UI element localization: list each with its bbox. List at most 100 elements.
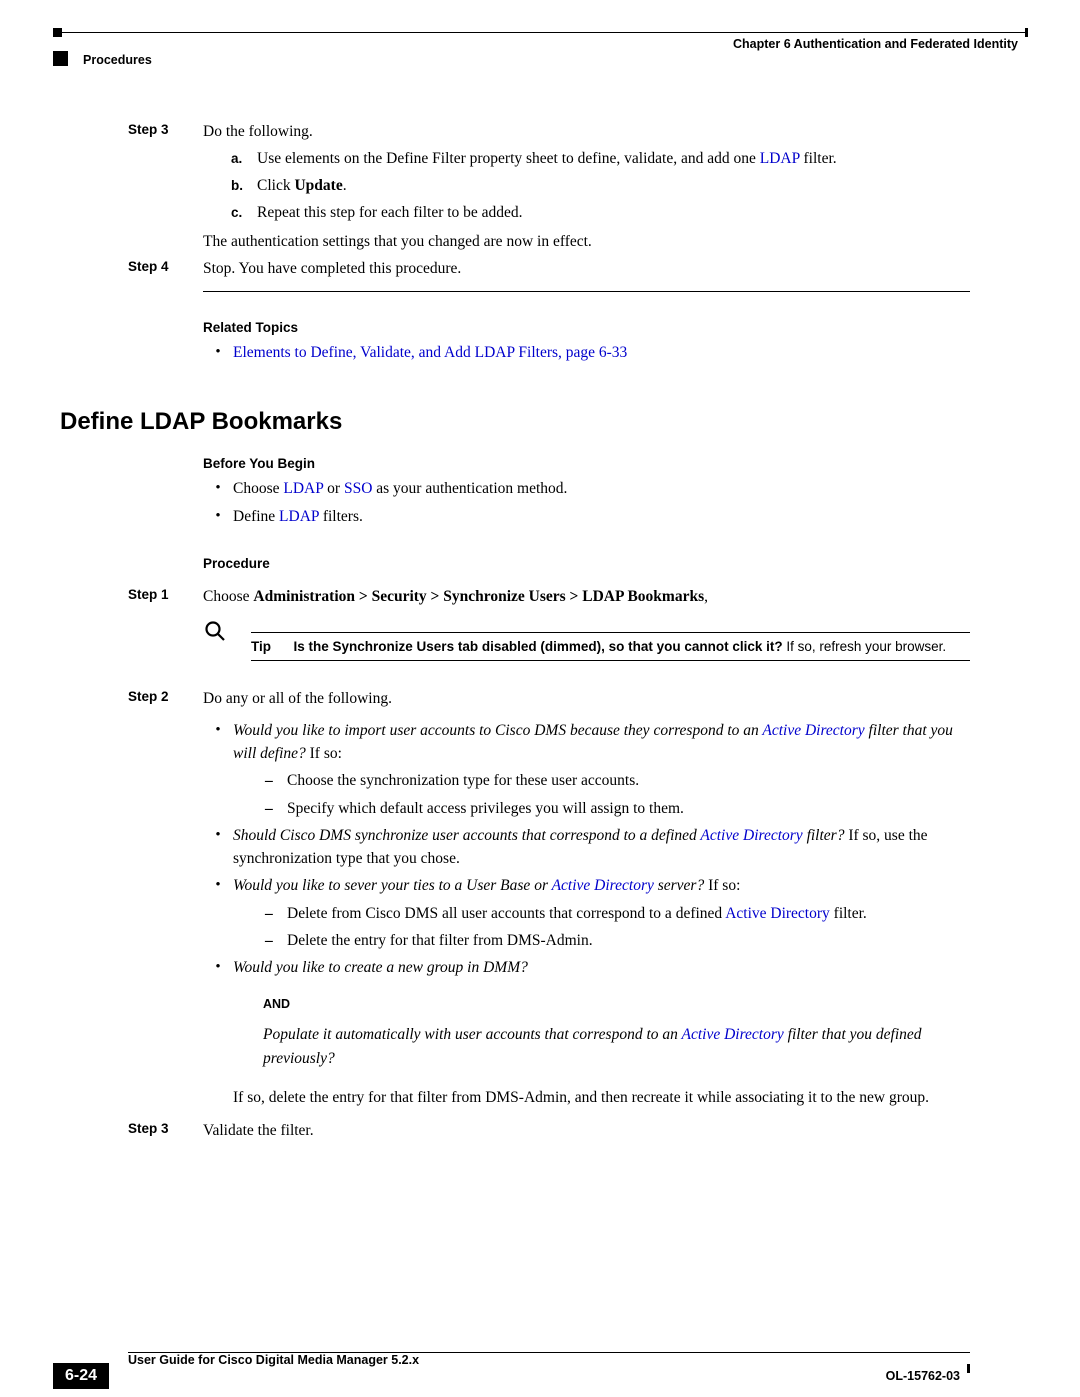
before-item-1: • Choose LDAP or SSO as your authenticat… xyxy=(203,477,970,500)
dash-icon: – xyxy=(265,902,287,925)
pstep2-label: Step 2 xyxy=(128,687,203,980)
q3-d1-link[interactable]: Active Directory xyxy=(725,905,830,922)
step3-a-link[interactable]: LDAP xyxy=(760,150,800,167)
step3-b-post: . xyxy=(343,177,347,194)
q4b-link[interactable]: Active Directory xyxy=(681,1026,783,1043)
dash-icon: – xyxy=(265,769,287,792)
step3-b-pre: Click xyxy=(257,177,294,194)
header-left-marker xyxy=(53,51,68,66)
pstep1-post: , xyxy=(704,588,708,605)
step3-a-pre: Use elements on the Define Filter proper… xyxy=(257,150,760,167)
header-marker-right xyxy=(1025,28,1028,37)
step3-a: a. Use elements on the Define Filter pro… xyxy=(231,147,970,171)
pstep3-row: Step 3 Validate the filter. xyxy=(128,1119,970,1143)
q2-link[interactable]: Active Directory xyxy=(700,827,802,844)
step4-label: Step 4 xyxy=(128,257,203,281)
step3-label: Step 3 xyxy=(128,120,203,254)
q1-link[interactable]: Active Directory xyxy=(762,722,864,739)
before-b2-link[interactable]: LDAP xyxy=(279,508,319,525)
q3-d2: –Delete the entry for that filter from D… xyxy=(265,929,970,952)
pstep2-q3: • Would you like to sever your ties to a… xyxy=(203,874,970,952)
q3-d1: –Delete from Cisco DMS all user accounts… xyxy=(265,902,970,925)
q4-text: Would you like to create a new group in … xyxy=(233,959,528,976)
bullet-icon: • xyxy=(203,956,233,979)
tip-plain: If so, refresh your browser. xyxy=(783,639,947,654)
pstep1-bold: Administration > Security > Synchronize … xyxy=(253,588,704,605)
step3-c-letter: c. xyxy=(231,201,257,225)
before-b1-link2[interactable]: SSO xyxy=(344,480,372,497)
pstep2-q2: • Should Cisco DMS synchronize user acco… xyxy=(203,824,970,871)
bullet-icon: • xyxy=(203,824,233,871)
pstep1-label: Step 1 xyxy=(128,585,203,609)
pstep3-label: Step 3 xyxy=(128,1119,203,1143)
q1-d2-text: Specify which default access privileges … xyxy=(287,797,684,820)
footer-title: User Guide for Cisco Digital Media Manag… xyxy=(128,1353,419,1367)
q4c-para: If so, delete the entry for that filter … xyxy=(233,1086,970,1109)
tip-row: Tip Is the Synchronize Users tab disable… xyxy=(203,619,970,654)
bullet-icon: • xyxy=(203,719,233,820)
page-content: Step 3 Do the following. a. Use elements… xyxy=(128,120,970,1146)
q3-post: If so: xyxy=(704,877,740,894)
step3-text: Do the following. xyxy=(203,123,313,140)
bullet-icon: • xyxy=(203,477,233,500)
q3-d1-pre: Delete from Cisco DMS all user accounts … xyxy=(287,905,725,922)
q1-d1-text: Choose the synchronization type for thes… xyxy=(287,769,639,792)
before-item-2: • Define LDAP filters. xyxy=(203,505,970,528)
tip-underline xyxy=(251,660,970,661)
before-b2-pre: Define xyxy=(233,508,279,525)
q1-post: If so: xyxy=(306,745,342,762)
procedure-heading: Procedure xyxy=(203,556,970,571)
footer-marker-right xyxy=(967,1364,970,1373)
q3-post-it: server? xyxy=(654,877,704,894)
before-b1-post: as your authentication method. xyxy=(372,480,567,497)
q2-post-it: filter? xyxy=(803,827,845,844)
tip-bold: Is the Synchronize Users tab disabled (d… xyxy=(294,639,783,654)
footer-docid: OL-15762-03 xyxy=(886,1369,960,1383)
pstep2-row: Step 2 Do any or all of the following. •… xyxy=(128,687,970,980)
tip-label: Tip xyxy=(251,639,271,654)
q1-pre: Would you like to import user accounts t… xyxy=(233,722,762,739)
pstep2-body: Do any or all of the following. • Would … xyxy=(203,687,970,980)
section-heading: Define LDAP Bookmarks xyxy=(60,408,970,436)
dash-icon: – xyxy=(265,929,287,952)
and-label: AND xyxy=(263,997,970,1011)
bullet-icon: • xyxy=(203,341,233,364)
before-b1-pre: Choose xyxy=(233,480,283,497)
header-section: Procedures xyxy=(83,53,152,67)
step3-body: Do the following. a. Use elements on the… xyxy=(203,120,970,254)
step3-b: b. Click Update. xyxy=(231,174,970,198)
pstep3-text: Validate the filter. xyxy=(203,1119,970,1143)
header-chapter: Chapter 6 Authentication and Federated I… xyxy=(733,37,1018,51)
q3-link[interactable]: Active Directory xyxy=(552,877,654,894)
header-marker-left xyxy=(53,28,62,37)
step3-a-letter: a. xyxy=(231,147,257,171)
q1-d1: –Choose the synchronization type for the… xyxy=(265,769,970,792)
related-topics-heading: Related Topics xyxy=(203,320,970,335)
step3-b-letter: b. xyxy=(231,174,257,198)
q2-pre: Should Cisco DMS synchronize user accoun… xyxy=(233,827,700,844)
pstep1-pre: Choose xyxy=(203,588,253,605)
step3-after: The authentication settings that you cha… xyxy=(203,230,970,254)
step3-b-bold: Update xyxy=(294,177,342,194)
dash-icon: – xyxy=(265,797,287,820)
related-link-1[interactable]: Elements to Define, Validate, and Add LD… xyxy=(233,344,627,361)
bullet-icon: • xyxy=(203,505,233,528)
before-b1-mid: or xyxy=(323,480,344,497)
before-b1-link1[interactable]: LDAP xyxy=(283,480,323,497)
q4b-para: Populate it automatically with user acco… xyxy=(263,1023,970,1070)
q3-d2-text: Delete the entry for that filter from DM… xyxy=(287,929,593,952)
header-rule xyxy=(53,32,1028,33)
q4b-pre: Populate it automatically with user acco… xyxy=(263,1026,681,1043)
pstep2-q1: • Would you like to import user accounts… xyxy=(203,719,970,820)
bullet-icon: • xyxy=(203,874,233,952)
step3-c-text: Repeat this step for each filter to be a… xyxy=(257,201,970,225)
related-item-1: • Elements to Define, Validate, and Add … xyxy=(203,341,970,364)
step3-row: Step 3 Do the following. a. Use elements… xyxy=(128,120,970,254)
q1-d2: –Specify which default access privileges… xyxy=(265,797,970,820)
pstep2-text: Do any or all of the following. xyxy=(203,690,392,707)
q3-pre: Would you like to sever your ties to a U… xyxy=(233,877,552,894)
before-b2-post: filters. xyxy=(319,508,363,525)
q3-d1-post: filter. xyxy=(830,905,867,922)
before-you-begin-heading: Before You Begin xyxy=(203,456,970,471)
page-number-badge: 6-24 xyxy=(53,1363,109,1389)
